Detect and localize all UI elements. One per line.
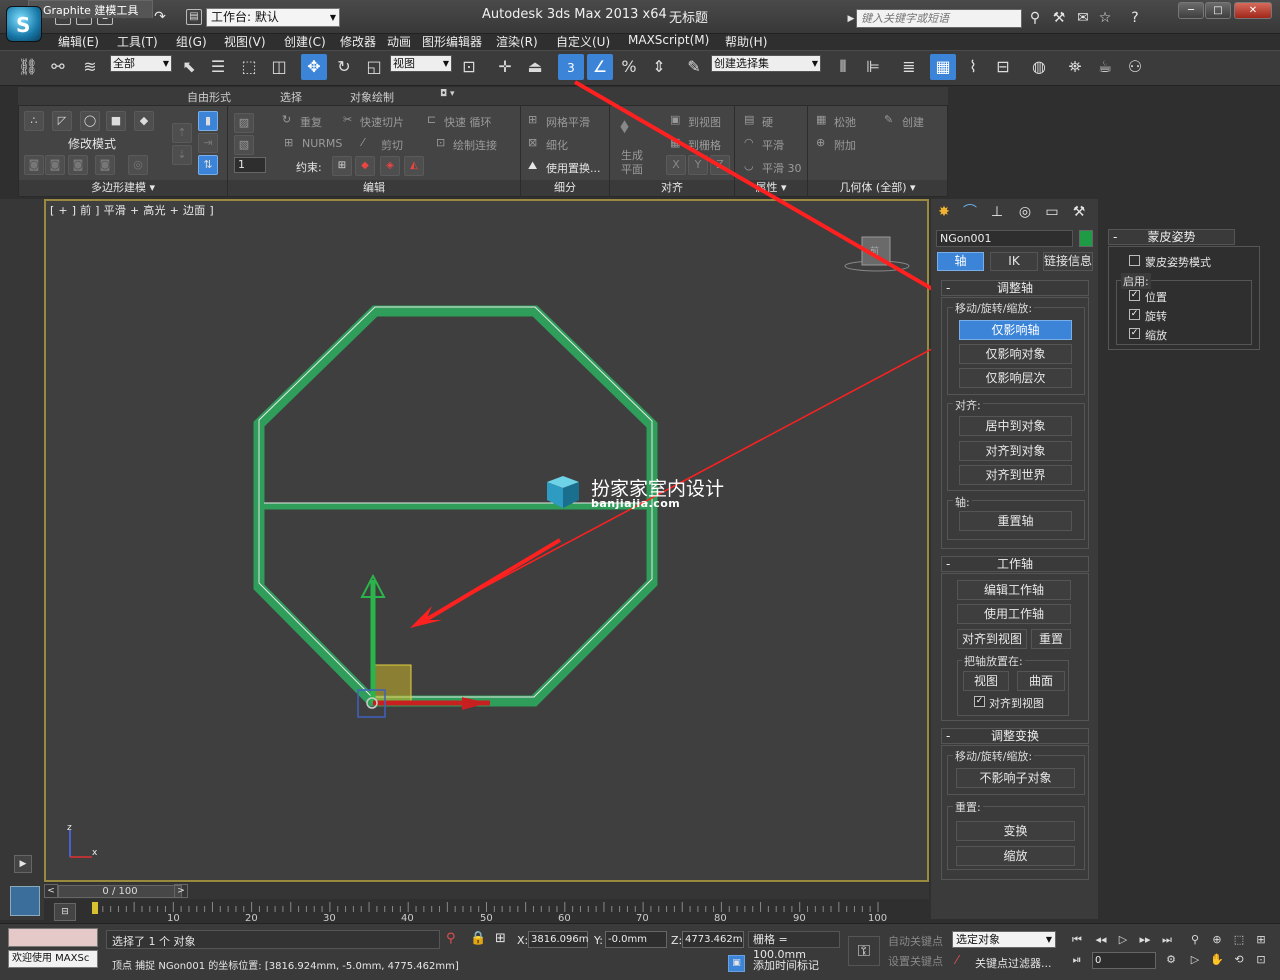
field-of-view-icon[interactable]: ▷ [1186,951,1204,969]
tab-ik[interactable]: IK [990,252,1038,271]
affect-object-only-button[interactable]: 仅影响对象 [959,344,1072,364]
utilities-panel-icon[interactable]: ⚒ [1070,203,1088,221]
pan-icon[interactable]: ✋ [1208,951,1226,969]
use-working-pivot-button[interactable]: 使用工作轴 [957,604,1071,624]
prompt-line: 顶点 捕捉 NGon001 的坐标位置: [3816.924mm, -5.0mm… [112,961,459,972]
add-time-tag[interactable]: 添加时间标记 [753,957,819,973]
time-slider-thumb[interactable]: 0 / 100 [58,885,182,898]
affect-pivot-only-button[interactable]: 仅影响轴 [959,320,1072,340]
center-to-object-button[interactable]: 居中到对象 [959,416,1072,436]
tab-pivot[interactable]: 轴 [937,252,984,271]
zoom-extents-all-icon[interactable]: ⊞ [1252,931,1270,949]
play-icon[interactable]: ▷ [1114,931,1132,949]
absolute-mode-icon[interactable]: ⊞ [495,931,506,946]
goto-end-icon[interactable]: ⏭ [1158,931,1176,949]
key-mode-icon[interactable]: ⚿ [848,936,880,966]
time-config-icon[interactable]: ⚙ [1162,951,1180,969]
display-panel-icon[interactable]: ▭ [1043,203,1061,221]
adjust-pivot-rollout-header[interactable]: - 调整轴 [941,280,1089,296]
app-logo-icon[interactable]: S [6,6,42,42]
prev-key-icon[interactable]: ◂◂ [1092,931,1110,949]
motion-panel-icon[interactable]: ◎ [1016,203,1034,221]
time-tag-icon[interactable]: ▣ [728,955,745,972]
adjust-transform-rollout-header[interactable]: - 调整变换 [941,728,1089,744]
skin-pose-scale-checkbox[interactable]: ✓ [1129,328,1140,339]
align-to-view-button[interactable]: 对齐到视图 [957,629,1027,649]
create-panel-icon[interactable]: ✸ [935,203,953,221]
modify-panel-icon[interactable]: ⌒ [961,203,979,221]
watermark-logo-icon [547,476,579,508]
selection-status: 选择了 1 个 对象 [112,935,196,948]
x-label: X: [517,934,529,947]
skin-pose-mode-label: 蒙皮姿势模式 [1145,256,1211,269]
dont-affect-children-button[interactable]: 不影响子对象 [956,768,1075,788]
key-filters-button[interactable]: 关键点过滤器... [975,955,1052,971]
key-selection-dropdown[interactable]: 选定对象 ▼ [952,931,1056,948]
grid-size-readout: 栅格 = 100.0mm [748,931,840,961]
maxscript-listener[interactable]: 欢迎使用 MAXSc [8,950,98,968]
y-label: Y: [594,934,603,947]
hierarchy-panel-icon[interactable]: ⊥ [988,203,1006,221]
place-view-button[interactable]: 视图 [963,671,1009,691]
skin-pose-mode-checkbox[interactable] [1129,255,1140,266]
watermark-url: banjiajia.com [591,497,681,510]
zoom-extents-icon[interactable]: ⬚ [1230,931,1248,949]
next-key-icon[interactable]: ▸▸ [1136,931,1154,949]
axis-z-label: z [67,823,72,833]
current-frame-field[interactable]: 0 [1092,952,1156,969]
reset-working-pivot-button[interactable]: 重置 [1031,629,1071,649]
place-surface-button[interactable]: 曲面 [1017,671,1065,691]
prev-frame-icon[interactable]: < [44,884,58,898]
skin-pose-enable-label: 启用: [1121,273,1151,289]
y-coordinate-field[interactable]: -0.0mm [605,931,667,948]
align-to-object-button[interactable]: 对齐到对象 [959,441,1072,461]
reset-pivot-button[interactable]: 重置轴 [959,511,1072,531]
place-pivot-label: 把轴放置在: [962,653,1025,669]
next-frame-icon[interactable]: > [174,884,188,898]
x-coordinate-field[interactable]: 3816.096m [528,931,588,948]
axis-tripod: z x [67,823,98,858]
align-label: 对齐: [953,397,983,413]
skin-pose-position-label: 位置 [1145,291,1167,304]
align-to-view-checkbox-label: 对齐到视图 [989,697,1044,710]
object-color-swatch[interactable] [1079,230,1093,247]
auto-key-button[interactable]: 自动关键点 [888,933,943,949]
curve-editor-mini-icon[interactable]: ⊟ [54,903,76,921]
axis-x-label: x [92,848,98,858]
ruler-ticks [92,902,879,914]
isolate-icon[interactable]: ⚲ [446,931,456,946]
set-key-button[interactable]: 设置关键点 [888,953,943,969]
maxscript-listener-top[interactable] [8,928,98,947]
skin-pose-rollout-header[interactable]: - 蒙皮姿势 [1108,229,1235,245]
maximize-viewport-icon[interactable]: ⊡ [1252,951,1270,969]
key-mode-toggle-icon[interactable]: ⏯ [1068,951,1086,969]
annotation-arrows [410,80,968,628]
key-filters-icon[interactable]: ⁄ [956,953,958,967]
transform-reset-label: 重置: [953,799,983,815]
affect-hierarchy-only-button[interactable]: 仅影响层次 [959,368,1072,388]
align-to-world-button[interactable]: 对齐到世界 [959,465,1072,485]
z-label: Z: [671,934,683,947]
goto-start-icon[interactable]: ⏮ [1068,931,1086,949]
transform-move-label: 移动/旋转/缩放: [953,748,1035,764]
orbit-icon[interactable]: ⟲ [1230,951,1248,969]
selection-lock-icon[interactable]: 🔒 [470,931,486,946]
edit-working-pivot-button[interactable]: 编辑工作轴 [957,580,1071,600]
pivot-label: 轴: [953,494,972,510]
z-coordinate-field[interactable]: 4773.462m [682,931,744,948]
skin-pose-scale-label: 缩放 [1145,329,1167,342]
skin-pose-rotation-label: 旋转 [1145,310,1167,323]
reset-scale-button[interactable]: 缩放 [956,846,1075,866]
working-pivot-rollout-header[interactable]: - 工作轴 [941,556,1089,572]
tab-link-info[interactable]: 链接信息 [1043,252,1093,271]
zoom-icon[interactable]: ⚲ [1186,931,1204,949]
object-name-field[interactable]: NGon001 [936,230,1073,247]
current-frame-marker [92,902,98,914]
skin-pose-position-checkbox[interactable]: ✓ [1129,290,1140,301]
reset-transform-button[interactable]: 变换 [956,821,1075,841]
move-rotate-scale-label: 移动/旋转/缩放: [953,300,1035,316]
align-to-view-checkbox[interactable]: ✓ [974,696,985,707]
zoom-all-icon[interactable]: ⊕ [1208,931,1226,949]
skin-pose-rotation-checkbox[interactable]: ✓ [1129,309,1140,320]
